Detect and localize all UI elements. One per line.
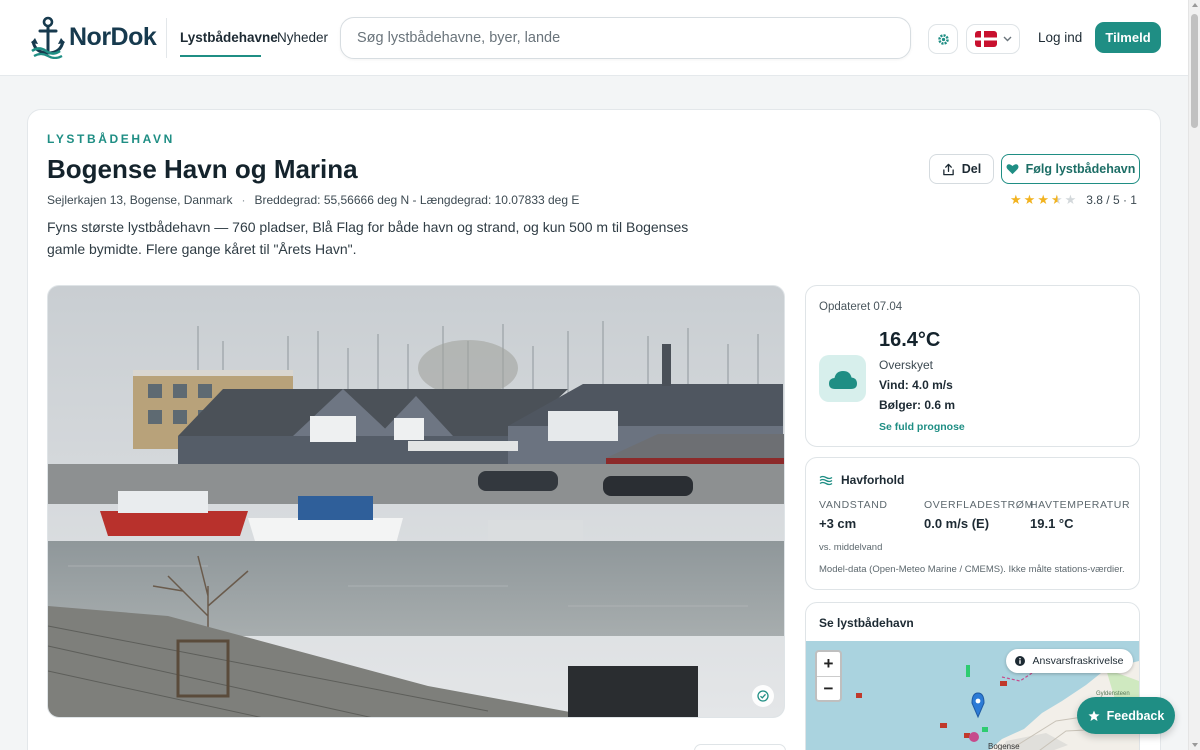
water-level-value: +3 cm	[819, 516, 857, 531]
page-title: Bogense Havn og Marina	[47, 154, 358, 184]
star-half-icon: ★	[1050, 192, 1063, 207]
harbor-description: Fyns største lystbådehavn — 760 pladser,…	[47, 219, 689, 257]
follow-label: Følg lystbådehavn	[1025, 162, 1136, 176]
sea-conditions-header: Havforhold	[819, 473, 904, 487]
harbor-photo[interactable]	[47, 285, 785, 718]
sea-data-note: Model-data (Open-Meteo Marine / CMEMS). …	[819, 564, 1125, 575]
zoom-out-button[interactable]: −	[817, 677, 840, 701]
logo-text: NorDok	[69, 22, 157, 51]
sea-conditions-title: Havforhold	[841, 473, 905, 487]
harbor-address: Sejlerkajen 13, Bogense, Danmark	[47, 193, 233, 207]
weather-updated: Opdateret 07.04	[819, 301, 903, 313]
harbor-meta: Sejlerkajen 13, Bogense, Danmark · Breddeg…	[47, 193, 579, 207]
nav-link-news[interactable]: Nyheder	[277, 30, 328, 45]
heart-icon	[1006, 164, 1019, 175]
photo-verified-badge[interactable]	[752, 685, 774, 707]
page-scrollbar[interactable]	[1188, 0, 1200, 750]
settings-button[interactable]	[928, 24, 958, 54]
map-disclaimer-button[interactable]: Ansvarsfraskrivelse	[1006, 649, 1133, 673]
weather-condition: Overskyet	[879, 358, 934, 372]
nordok-logo[interactable]: NorDok	[30, 14, 157, 60]
weather-wind: Vind: 4.0 m/s	[879, 378, 953, 392]
star-icon	[1088, 710, 1100, 721]
search-input[interactable]	[340, 17, 911, 59]
rating-text: 3.8 / 5 · 1	[1086, 193, 1137, 207]
partially-visible-button[interactable]	[694, 744, 786, 750]
share-label: Del	[961, 162, 982, 176]
water-level-label: VANDSTAND	[819, 499, 888, 511]
signup-button[interactable]: Tilmeld	[1095, 22, 1161, 53]
harbor-photo-illustration	[48, 286, 784, 717]
map-place-label: Bogense	[988, 742, 1020, 750]
star-icon: ★	[1010, 192, 1022, 207]
language-selector[interactable]	[966, 24, 1020, 54]
star-icon: ★	[1023, 192, 1036, 207]
full-forecast-link[interactable]: Se fuld prognose	[879, 421, 965, 433]
harbor-coordinates: Breddegrad: 55,56666 deg N - Længdegrad:…	[254, 193, 580, 207]
gear-icon	[937, 33, 949, 45]
weather-temperature: 16.4°C	[879, 329, 941, 351]
sea-temperature-label: HAVTEMPERATUR	[1030, 499, 1131, 511]
anchor-logo-icon	[31, 16, 65, 59]
star-rating: ★ ★ ★ ★ ★ 3.8 / 5 · 1	[1010, 192, 1137, 208]
meta-separator: ·	[241, 193, 246, 207]
star-icon: ★	[1037, 192, 1049, 207]
follow-harbor-button[interactable]: Følg lystbådehavn	[1001, 154, 1140, 184]
login-link[interactable]: Log ind	[1038, 30, 1082, 45]
map-title: Se lystbådehavn	[819, 616, 914, 630]
scroll-up-arrow-icon[interactable]	[1192, 3, 1198, 7]
scrollbar-thumb[interactable]	[1191, 14, 1198, 128]
share-button[interactable]: Del	[929, 154, 994, 184]
nav-link-harbors[interactable]: Lystbådehavne	[180, 30, 278, 45]
share-icon	[942, 163, 954, 175]
sea-temperature-value: 19.1 °C	[1030, 516, 1074, 531]
star-empty-icon: ★	[1064, 192, 1077, 207]
cloud-icon	[828, 370, 857, 389]
check-circle-icon	[757, 690, 769, 702]
surface-current-label: OVERFLADESTRØM	[924, 499, 1034, 511]
map-zoom-control: + −	[815, 650, 842, 702]
water-level-note: vs. middelvand	[819, 542, 883, 553]
feedback-label: Feedback	[1106, 708, 1165, 723]
flag-denmark-icon	[974, 31, 997, 47]
info-icon	[1015, 656, 1026, 666]
weather-waves: Bølger: 0.6 m	[879, 398, 956, 412]
nav-active-underline	[180, 55, 261, 57]
header-divider	[166, 18, 167, 58]
disclaimer-label: Ansvarsfraskrivelse	[1032, 655, 1124, 667]
feedback-button[interactable]: Feedback	[1077, 697, 1175, 734]
waves-icon	[819, 475, 833, 485]
harbor-eyebrow: LYSTBÅDEHAVN	[47, 132, 175, 146]
surface-current-value: 0.0 m/s (E)	[924, 516, 990, 531]
weather-icon-box	[819, 355, 866, 402]
zoom-in-button[interactable]: +	[817, 652, 840, 676]
chevron-down-icon	[1003, 36, 1011, 42]
scroll-down-arrow-icon[interactable]	[1192, 743, 1198, 747]
